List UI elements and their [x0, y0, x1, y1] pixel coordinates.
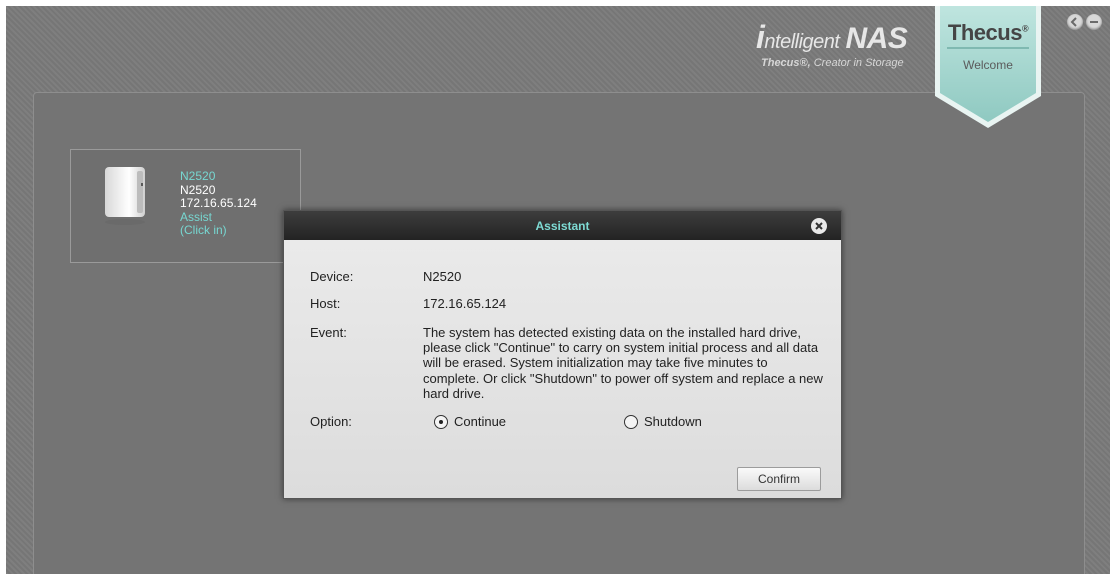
thecus-logo-text: Thecus — [947, 20, 1023, 45]
brand-tagline: Thecus®, Creator in Storage — [761, 57, 904, 69]
welcome-shield[interactable]: Thecus® Welcome — [933, 6, 1043, 130]
brand-tagline-text: Creator in Storage — [813, 57, 904, 69]
brand-tagline-company: Thecus®, — [761, 57, 811, 69]
assist-link[interactable]: Assist — [180, 210, 257, 225]
device-name: N2520 — [180, 169, 216, 183]
minimize-button[interactable] — [1086, 14, 1102, 30]
device-value: N2520 — [423, 269, 462, 284]
back-arrow-icon — [1070, 17, 1077, 27]
device-info: N2520 N2520 172.16.65.124 Assist (Click … — [180, 169, 257, 238]
brand-title-nas: NAS — [845, 22, 908, 55]
brand-title: intelligent NAS — [756, 19, 908, 56]
dialog-title: Assistant — [535, 219, 590, 233]
thecus-logo-mark: ® — [1021, 23, 1029, 34]
assistant-dialog: Assistant Device: N2520 Host: 172.16.65.… — [283, 210, 842, 499]
continue-radio[interactable]: Continue — [434, 414, 506, 429]
dialog-header: Assistant — [284, 211, 841, 240]
welcome-label: Welcome — [963, 58, 1013, 72]
device-label: Device: — [310, 269, 354, 284]
radio-unchecked-icon — [624, 414, 638, 429]
continue-radio-label: Continue — [454, 414, 507, 429]
radio-checked-icon — [434, 414, 448, 429]
dialog-body: Device: N2520 Host: 172.16.65.124 Event:… — [284, 240, 841, 498]
shutdown-radio[interactable]: Shutdown — [624, 414, 702, 429]
device-ip: 172.16.65.124 — [180, 196, 257, 210]
event-text: The system has detected existing data on… — [423, 325, 823, 401]
nas-device-icon — [105, 167, 145, 225]
dialog-close-button[interactable] — [811, 218, 827, 234]
thecus-logo: Thecus® — [933, 20, 1043, 46]
host-label: Host: — [310, 296, 341, 311]
click-in-link[interactable]: (Click in) — [180, 223, 257, 238]
event-label: Event: — [310, 325, 347, 340]
close-icon — [815, 222, 823, 230]
host-value: 172.16.65.124 — [423, 296, 507, 311]
back-button[interactable] — [1067, 14, 1083, 30]
confirm-button[interactable]: Confirm — [737, 467, 821, 491]
option-label: Option: — [310, 414, 352, 429]
app-window: intelligent NAS Thecus®, Creator in Stora… — [6, 6, 1110, 574]
device-card[interactable]: N2520 N2520 172.16.65.124 Assist (Click … — [70, 149, 301, 263]
device-model: N2520 — [180, 182, 216, 197]
brand-title-rest: ntelligent — [764, 31, 840, 53]
shutdown-radio-label: Shutdown — [644, 414, 702, 429]
